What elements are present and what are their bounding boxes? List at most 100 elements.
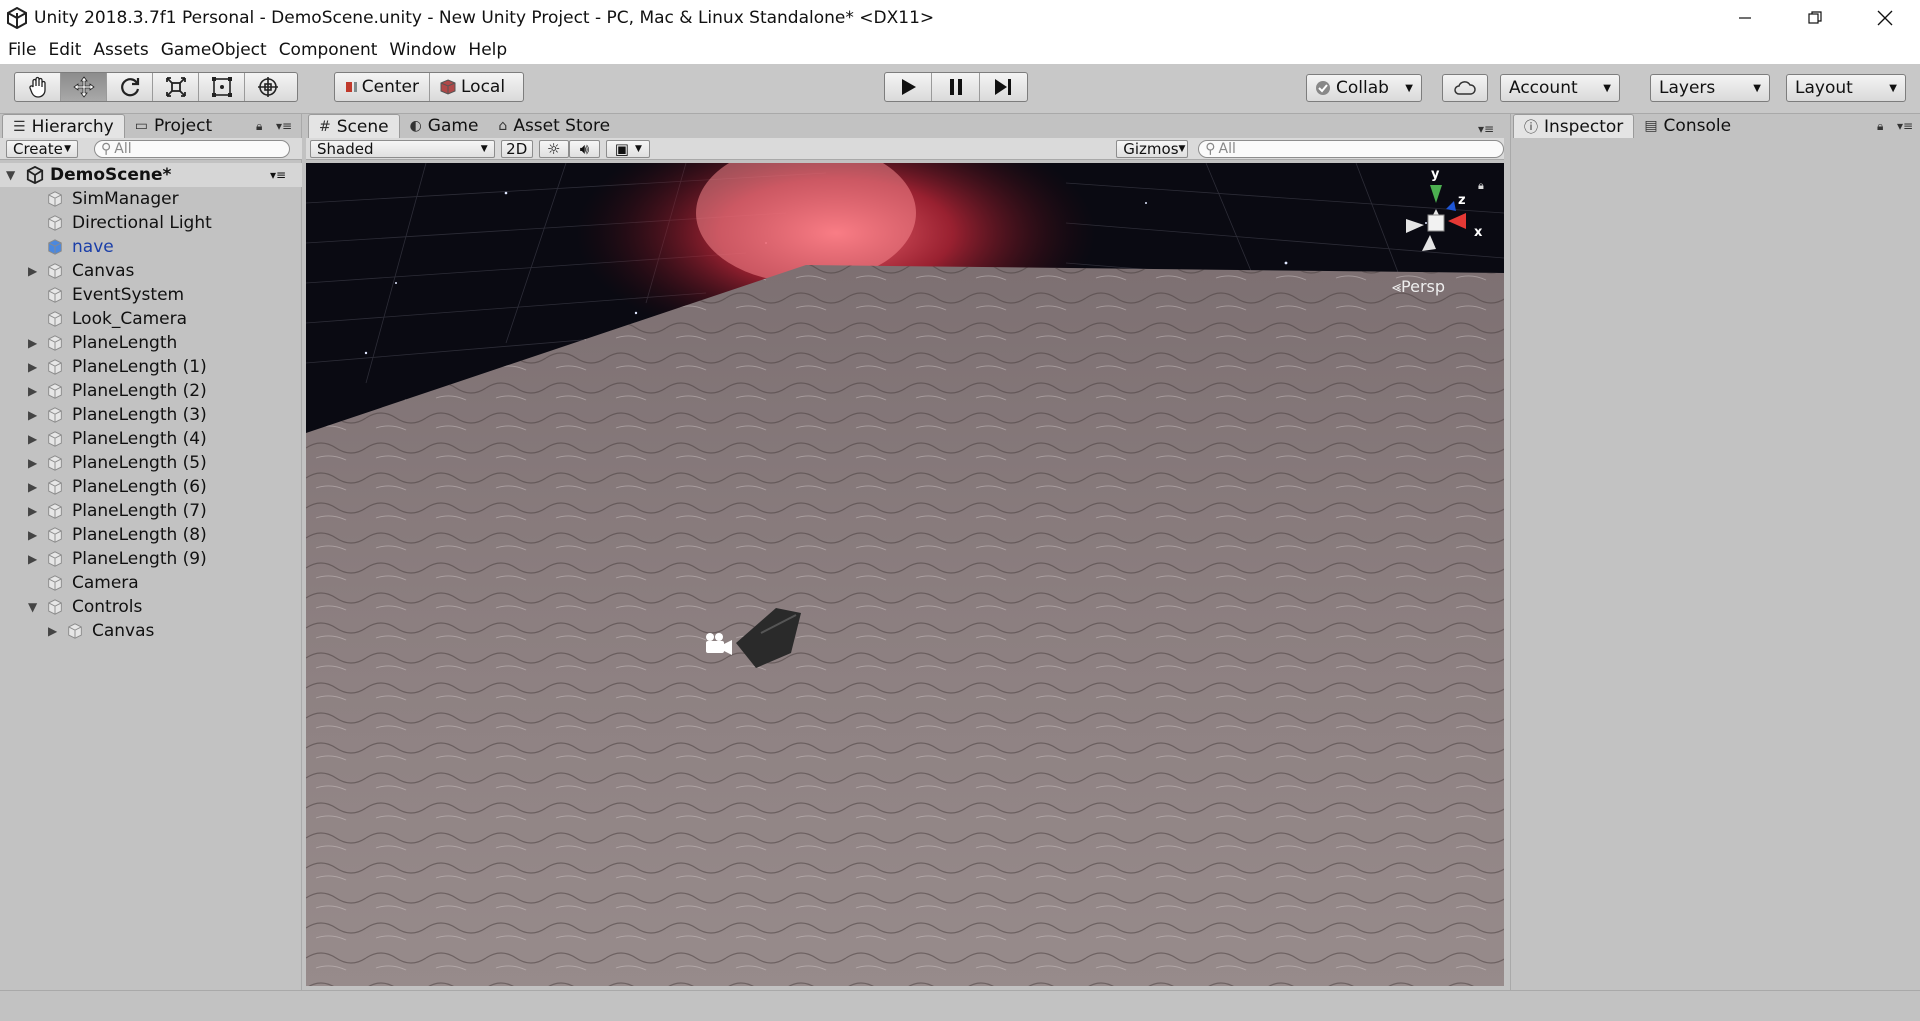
- grid-icon: #: [319, 118, 331, 135]
- scene-root-row[interactable]: ▼ DemoScene* ▾≡: [0, 163, 302, 187]
- rect-tool-button[interactable]: [199, 73, 245, 101]
- projection-toggle[interactable]: ⪡Persp: [1392, 277, 1445, 297]
- gameobject-cube-icon: [48, 263, 62, 279]
- layout-dropdown[interactable]: Layout ▼: [1786, 74, 1906, 102]
- shading-dropdown[interactable]: Shaded ▼: [310, 139, 495, 158]
- pivot-rotation-button[interactable]: Local: [430, 73, 523, 101]
- expand-arrow-icon[interactable]: ▶: [28, 528, 37, 542]
- menu-window[interactable]: Window: [389, 40, 456, 60]
- panel-menu-icon[interactable]: ▾≡: [276, 119, 292, 133]
- play-icon: [902, 79, 917, 95]
- hierarchy-item[interactable]: ▶ PlaneLength (3): [0, 403, 300, 427]
- pivot-mode-button[interactable]: Center: [335, 73, 430, 101]
- hierarchy-item[interactable]: ▶ PlaneLength (6): [0, 475, 300, 499]
- tab-hierarchy[interactable]: ☰ Hierarchy: [2, 114, 125, 138]
- expand-arrow-icon[interactable]: ▶: [28, 264, 37, 278]
- expand-arrow-icon[interactable]: ▶: [28, 552, 37, 566]
- expand-arrow-icon[interactable]: ▶: [28, 480, 37, 494]
- move-tool-button[interactable]: [61, 73, 107, 101]
- tab-scene[interactable]: # Scene: [308, 114, 400, 138]
- audio-toggle[interactable]: 🔊︎: [568, 139, 601, 158]
- expand-arrow-icon[interactable]: ▶: [28, 456, 37, 470]
- step-button[interactable]: [980, 73, 1027, 101]
- expand-arrow-icon[interactable]: ▶: [28, 504, 37, 518]
- hierarchy-item[interactable]: ▶ PlaneLength (7): [0, 499, 300, 523]
- expand-arrow-icon[interactable]: ▼: [6, 168, 15, 182]
- menu-file[interactable]: File: [8, 40, 36, 60]
- pause-button[interactable]: [932, 73, 980, 101]
- scene-render: [306, 163, 1504, 986]
- lock-icon[interactable]: 🔒︎: [1877, 119, 1883, 134]
- hand-tool-button[interactable]: [15, 73, 61, 101]
- expand-arrow-icon[interactable]: ▶: [48, 624, 57, 638]
- main-toolbar: Center Local Collab ▼ Account ▼ Layers ▼…: [0, 64, 1920, 114]
- hierarchy-item-label: Look_Camera: [72, 309, 188, 329]
- hierarchy-item[interactable]: ▶ PlaneLength (4): [0, 427, 300, 451]
- hierarchy-item[interactable]: ▶ PlaneLength (2): [0, 379, 300, 403]
- hierarchy-search-input[interactable]: ⚲ All: [94, 139, 290, 158]
- collapse-arrow-icon[interactable]: ▼: [28, 600, 37, 614]
- hierarchy-item[interactable]: nave: [0, 235, 300, 259]
- hierarchy-item[interactable]: ▼ Controls: [0, 595, 300, 619]
- console-icon: ▤: [1644, 118, 1658, 134]
- gizmos-dropdown[interactable]: Gizmos ▼: [1116, 139, 1189, 158]
- create-dropdown[interactable]: Create ▼: [6, 139, 78, 158]
- scene-viewport[interactable]: y z x 🔒︎ ⪡Persp: [306, 163, 1504, 986]
- scene-search-input[interactable]: ⚲ All: [1198, 139, 1504, 158]
- expand-arrow-icon[interactable]: ▶: [28, 408, 37, 422]
- expand-arrow-icon[interactable]: ▶: [28, 432, 37, 446]
- menu-component[interactable]: Component: [279, 40, 378, 60]
- menu-edit[interactable]: Edit: [48, 40, 81, 60]
- transform-tool-button[interactable]: [245, 73, 291, 101]
- expand-arrow-icon[interactable]: ▶: [28, 360, 37, 374]
- hierarchy-item[interactable]: Camera: [0, 571, 300, 595]
- lighting-toggle[interactable]: ☼: [538, 139, 569, 158]
- hierarchy-item[interactable]: ▶ PlaneLength (8): [0, 523, 300, 547]
- panel-menu-icon[interactable]: ▾≡: [1478, 122, 1494, 136]
- chevron-down-icon: ▼: [64, 143, 71, 154]
- rotate-tool-button[interactable]: [107, 73, 153, 101]
- menu-help[interactable]: Help: [468, 40, 507, 60]
- menu-assets[interactable]: Assets: [93, 40, 148, 60]
- hierarchy-item[interactable]: Directional Light: [0, 211, 300, 235]
- tab-hierarchy-label: Hierarchy: [31, 116, 114, 137]
- tab-game[interactable]: ◐ Game: [400, 114, 489, 138]
- expand-arrow-icon[interactable]: ▶: [28, 384, 37, 398]
- play-button[interactable]: [885, 73, 933, 101]
- restore-button[interactable]: [1780, 0, 1850, 36]
- cloud-button[interactable]: [1442, 74, 1488, 102]
- panel-menu-icon[interactable]: ▾≡: [1897, 119, 1913, 133]
- effects-dropdown[interactable]: ▣ ▼: [606, 139, 651, 158]
- account-dropdown[interactable]: Account ▼: [1500, 74, 1620, 102]
- hierarchy-item-label: PlaneLength (1): [72, 357, 207, 377]
- layers-dropdown[interactable]: Layers ▼: [1650, 74, 1770, 102]
- scene-name: DemoScene*: [50, 165, 172, 185]
- collab-dropdown[interactable]: Collab ▼: [1306, 74, 1422, 102]
- expand-arrow-icon[interactable]: ▶: [28, 336, 37, 350]
- tab-project[interactable]: ▭ Project: [125, 114, 222, 138]
- gameobject-cube-icon: [48, 359, 62, 375]
- hierarchy-item[interactable]: Look_Camera: [0, 307, 300, 331]
- hierarchy-item[interactable]: ▶ PlaneLength (1): [0, 355, 300, 379]
- pause-icon: [949, 79, 962, 95]
- menu-gameobject[interactable]: GameObject: [161, 40, 267, 60]
- hierarchy-item[interactable]: ▶ PlaneLength (5): [0, 451, 300, 475]
- hierarchy-item[interactable]: ▶ Canvas: [0, 619, 300, 643]
- minimize-button[interactable]: [1710, 0, 1780, 36]
- tab-inspector[interactable]: ⓘ Inspector: [1513, 114, 1635, 138]
- hierarchy-item[interactable]: SimManager: [0, 187, 300, 211]
- lock-icon[interactable]: 🔒︎: [256, 119, 262, 134]
- scene-subbar: Shaded ▼ 2D ☼ 🔊︎ ▣ ▼ Gizmos ▼ ⚲ All: [306, 138, 1504, 160]
- scale-tool-button[interactable]: [153, 73, 199, 101]
- scene-menu-icon[interactable]: ▾≡: [270, 168, 286, 182]
- tab-console[interactable]: ▤ Console: [1634, 114, 1741, 138]
- hierarchy-item[interactable]: ▶ Canvas: [0, 259, 300, 283]
- close-button[interactable]: [1850, 0, 1920, 36]
- hierarchy-item[interactable]: ▶ PlaneLength (9): [0, 547, 300, 571]
- tab-asset-store[interactable]: ⌂ Asset Store: [488, 114, 620, 138]
- gizmo-lock-icon[interactable]: 🔒︎: [1478, 179, 1484, 193]
- hierarchy-item[interactable]: ▶ PlaneLength: [0, 331, 300, 355]
- inspector-panel: ⓘ Inspector ▤ Console 🔒︎ ▾≡: [1510, 114, 1920, 990]
- toggle-2d-button[interactable]: 2D: [500, 139, 533, 158]
- hierarchy-item[interactable]: EventSystem: [0, 283, 300, 307]
